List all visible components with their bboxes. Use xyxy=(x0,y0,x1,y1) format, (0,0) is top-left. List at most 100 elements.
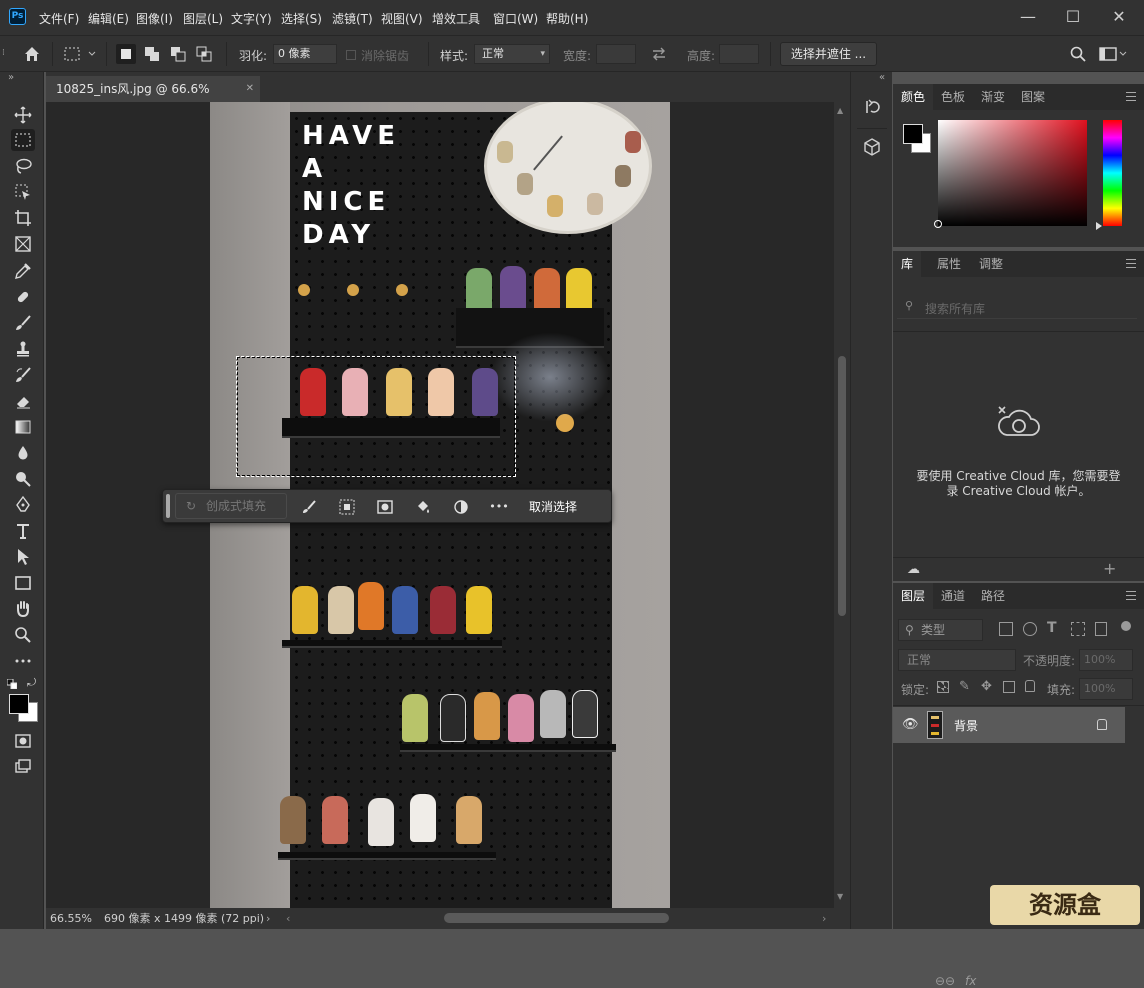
menu-select[interactable]: 选择(S) xyxy=(281,10,322,27)
scroll-down-icon[interactable]: ▼ xyxy=(837,892,843,901)
clone-stamp-tool-icon[interactable] xyxy=(11,338,35,360)
more-tools-icon[interactable] xyxy=(11,650,35,672)
antialias-checkbox[interactable] xyxy=(346,50,356,60)
search-icon[interactable] xyxy=(1068,44,1088,64)
hue-slider[interactable] xyxy=(1103,120,1122,226)
feather-input[interactable]: 0 像素 xyxy=(273,44,337,64)
foreground-color-swatch[interactable] xyxy=(9,694,29,714)
menu-image[interactable]: 图像(I) xyxy=(136,10,173,27)
tab-layers[interactable]: 图层 xyxy=(893,583,934,609)
horizontal-scrollbar-thumb[interactable] xyxy=(444,913,669,923)
panel-menu-icon[interactable] xyxy=(1126,591,1136,600)
history-panel-icon[interactable] xyxy=(861,96,883,118)
blend-mode-select[interactable]: 正常 xyxy=(898,649,1016,671)
tab-patterns[interactable]: 图案 xyxy=(1013,84,1053,110)
panel-menu-icon[interactable] xyxy=(1126,92,1136,101)
collapse-panels-icon[interactable]: « xyxy=(879,72,885,83)
fill-icon[interactable] xyxy=(411,496,435,518)
rectangle-tool-icon[interactable] xyxy=(11,572,35,594)
scroll-up-icon[interactable]: ▲ xyxy=(837,106,843,115)
opacity-input[interactable]: 100% xyxy=(1079,649,1133,671)
tab-gradients[interactable]: 渐变 xyxy=(973,84,1013,110)
tab-channels[interactable]: 通道 xyxy=(933,583,973,609)
filter-kind-select[interactable]: ⚲ 类型 xyxy=(898,619,983,641)
add-selection-icon[interactable] xyxy=(142,44,162,64)
color-picker-marker[interactable] xyxy=(934,220,942,228)
menu-file[interactable]: 文件(F) xyxy=(39,10,79,27)
menu-edit[interactable]: 编辑(E) xyxy=(88,10,129,27)
filter-type-icon[interactable]: T xyxy=(1047,620,1057,636)
pen-tool-icon[interactable] xyxy=(11,494,35,516)
fx-icon[interactable]: fx xyxy=(965,974,976,988)
link-layers-icon[interactable]: ⊖⊖ xyxy=(935,974,955,988)
fill-input[interactable]: 100% xyxy=(1079,678,1133,700)
tab-properties[interactable]: 属性 xyxy=(929,251,969,277)
menu-window[interactable]: 窗口(W) xyxy=(493,10,538,27)
subtract-selection-icon[interactable] xyxy=(168,44,188,64)
menu-layer[interactable]: 图层(L) xyxy=(183,10,223,27)
tab-adjustments[interactable]: 调整 xyxy=(971,251,1011,277)
crop-tool-icon[interactable] xyxy=(11,207,35,229)
deselect-button[interactable]: 取消选择 xyxy=(523,494,583,520)
lock-pixels-icon[interactable]: ✎ xyxy=(959,679,970,694)
status-menu-icon[interactable]: › xyxy=(266,908,270,929)
drag-handle[interactable] xyxy=(166,494,170,518)
adjustment-icon[interactable] xyxy=(449,496,473,518)
workspace-icon[interactable] xyxy=(1098,44,1128,64)
tab-swatches[interactable]: 色板 xyxy=(933,84,973,110)
menu-plugins[interactable]: 增效工具 xyxy=(432,10,480,27)
3d-panel-icon[interactable] xyxy=(861,136,883,158)
tab-paths[interactable]: 路径 xyxy=(973,583,1013,609)
menu-type[interactable]: 文字(Y) xyxy=(231,10,272,27)
more-options-icon[interactable]: ••• xyxy=(487,496,511,518)
tab-libraries[interactable]: 库 xyxy=(893,251,922,277)
scrollbar-thumb[interactable] xyxy=(838,356,846,616)
home-icon[interactable] xyxy=(22,44,42,64)
lock-position-icon[interactable]: ✥ xyxy=(981,679,992,694)
marquee-preset-icon[interactable] xyxy=(62,44,98,64)
frame-tool-icon[interactable] xyxy=(11,233,35,255)
foreground-color-chip[interactable] xyxy=(903,124,923,144)
healing-brush-tool-icon[interactable] xyxy=(11,286,35,308)
select-and-mask-button[interactable]: 选择并遮住 ... xyxy=(780,42,877,66)
move-tool-icon[interactable] xyxy=(11,104,35,126)
filter-pixel-icon[interactable] xyxy=(999,622,1013,636)
collapse-icon[interactable]: » xyxy=(8,72,14,83)
brush-tool-icon[interactable] xyxy=(11,312,35,334)
tab-color[interactable]: 颜色 xyxy=(893,84,934,110)
invert-selection-icon[interactable] xyxy=(335,496,359,518)
color-field[interactable] xyxy=(934,120,1087,228)
generative-fill-button[interactable]: ↻ 创成式填充 xyxy=(175,493,287,519)
zoom-level[interactable]: 66.55% xyxy=(50,908,92,929)
filter-smart-object-icon[interactable] xyxy=(1095,622,1107,636)
object-selection-tool-icon[interactable] xyxy=(11,181,35,203)
layer-row[interactable]: 👁 背景 xyxy=(893,707,1125,743)
hand-tool-icon[interactable] xyxy=(11,598,35,620)
blur-tool-icon[interactable] xyxy=(11,442,35,464)
marquee-tool-icon[interactable] xyxy=(11,129,35,151)
history-brush-tool-icon[interactable] xyxy=(11,364,35,386)
swap-icon[interactable] xyxy=(649,44,669,64)
swap-colors-icon[interactable]: ⤾ xyxy=(27,676,36,690)
minimize-button[interactable]: — xyxy=(1006,4,1050,30)
scroll-left-icon[interactable]: ‹ xyxy=(286,908,290,929)
cloud-sync-icon[interactable]: ☁ xyxy=(907,562,920,577)
lock-transparent-icon[interactable] xyxy=(937,681,949,693)
close-tab-icon[interactable]: ✕ xyxy=(246,76,254,102)
default-colors-icon[interactable] xyxy=(6,678,18,690)
screen-mode-icon[interactable] xyxy=(11,756,35,778)
eyedropper-tool-icon[interactable] xyxy=(11,260,35,282)
filter-adjustment-icon[interactable] xyxy=(1023,622,1037,636)
eye-icon[interactable]: 👁 xyxy=(902,717,919,732)
path-selection-tool-icon[interactable] xyxy=(11,546,35,568)
marquee-selection[interactable] xyxy=(236,356,516,477)
mask-icon[interactable] xyxy=(373,496,397,518)
intersect-selection-icon[interactable] xyxy=(194,44,214,64)
modify-brush-icon[interactable] xyxy=(297,496,321,518)
library-search-input[interactable]: ⚲ 搜索所有库 xyxy=(897,295,1137,319)
menu-help[interactable]: 帮助(H) xyxy=(546,10,588,27)
menu-filter[interactable]: 滤镜(T) xyxy=(332,10,373,27)
lasso-tool-icon[interactable] xyxy=(11,155,35,177)
vertical-scrollbar[interactable]: ▲ ▼ xyxy=(834,102,850,908)
quick-mask-icon[interactable] xyxy=(11,730,35,752)
